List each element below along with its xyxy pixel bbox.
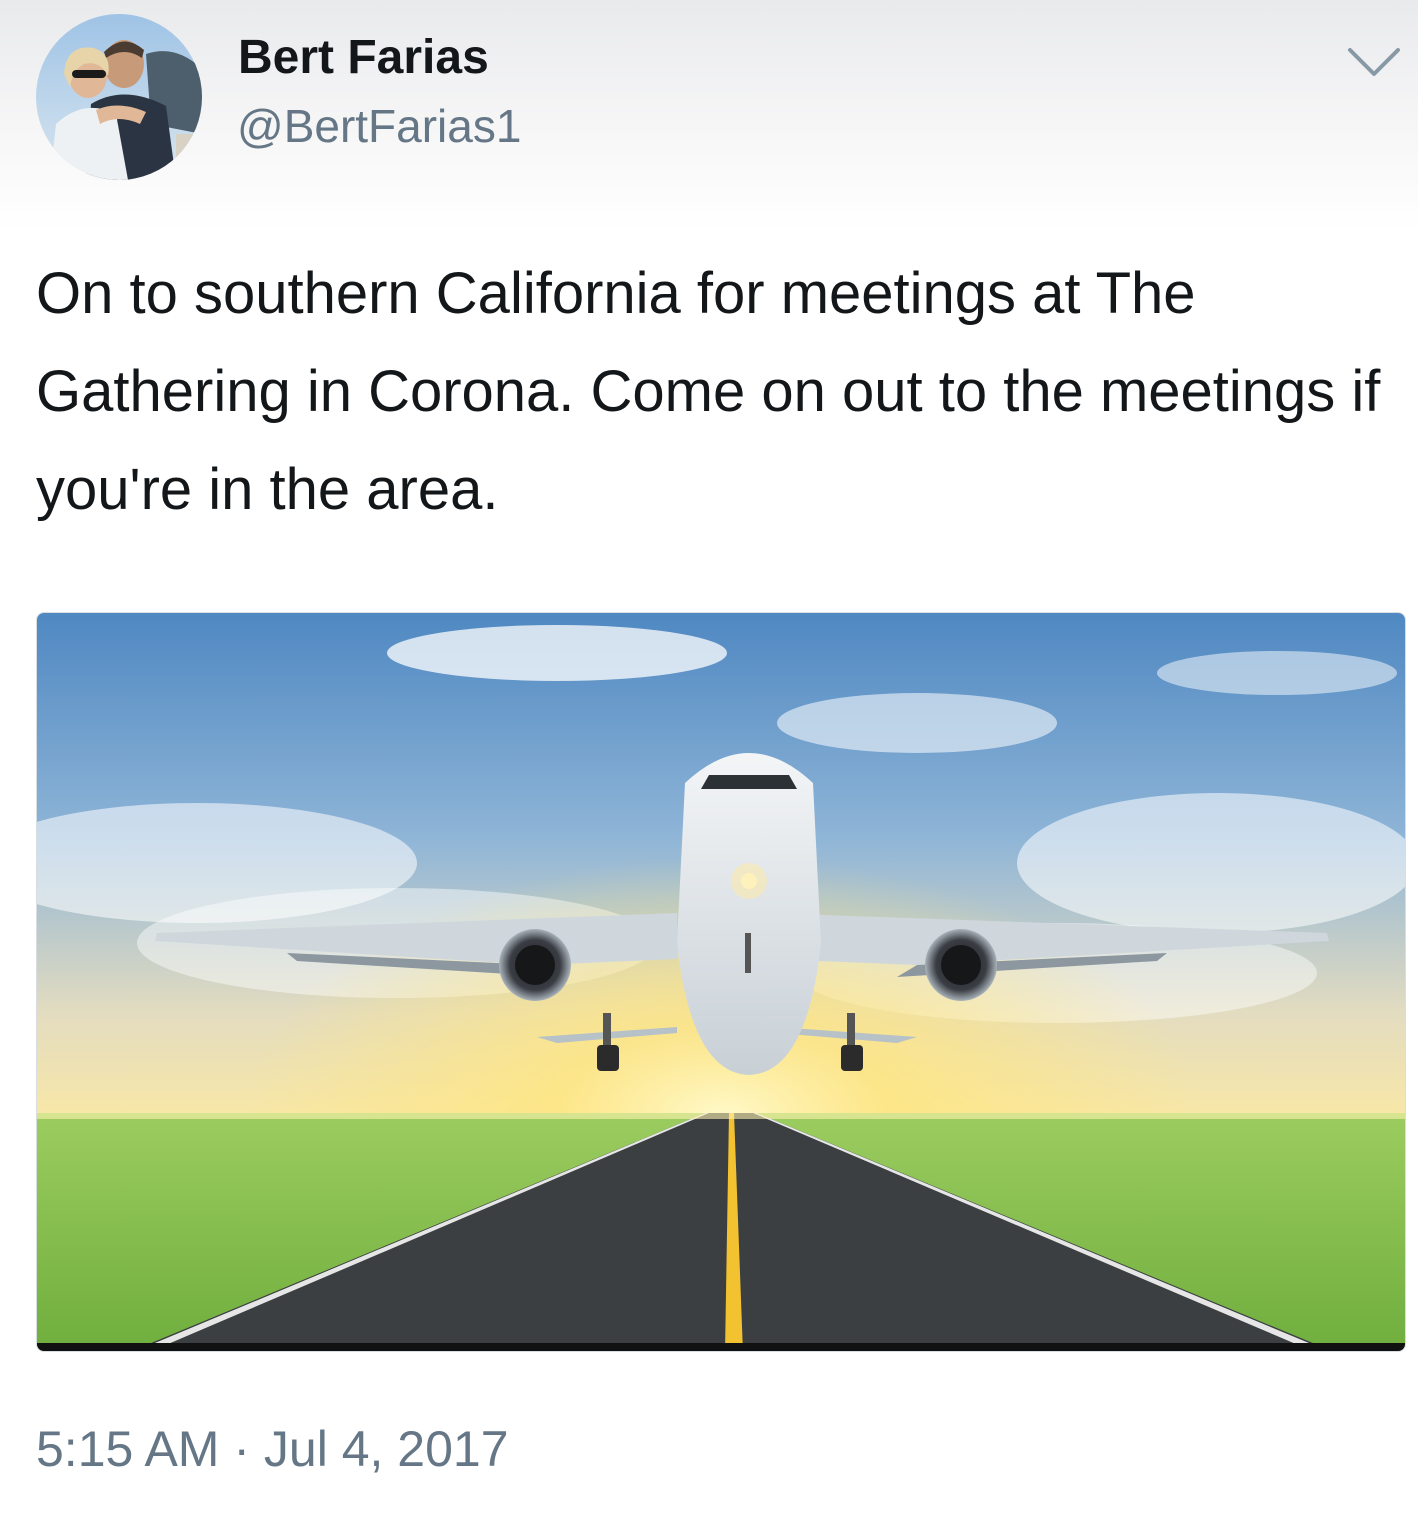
- airplane-takeoff-photo-icon: [37, 613, 1405, 1351]
- header-background: [0, 0, 1418, 230]
- avatar[interactable]: [36, 14, 202, 180]
- profile-photo-icon: [36, 14, 202, 180]
- tweet-menu-button[interactable]: [1342, 40, 1406, 84]
- author-handle[interactable]: @BertFarias1: [237, 103, 521, 149]
- tweet-media[interactable]: [36, 612, 1406, 1352]
- tweet-page: Bert Farias @BertFarias1 On to southern …: [0, 0, 1418, 1527]
- chevron-down-icon: [1348, 48, 1400, 76]
- tweet-text: On to southern California for meetings a…: [36, 261, 1381, 522]
- tweet-timestamp[interactable]: 5:15 AM · Jul 4, 2017: [36, 1424, 509, 1474]
- author-display-name[interactable]: Bert Farias: [238, 34, 489, 82]
